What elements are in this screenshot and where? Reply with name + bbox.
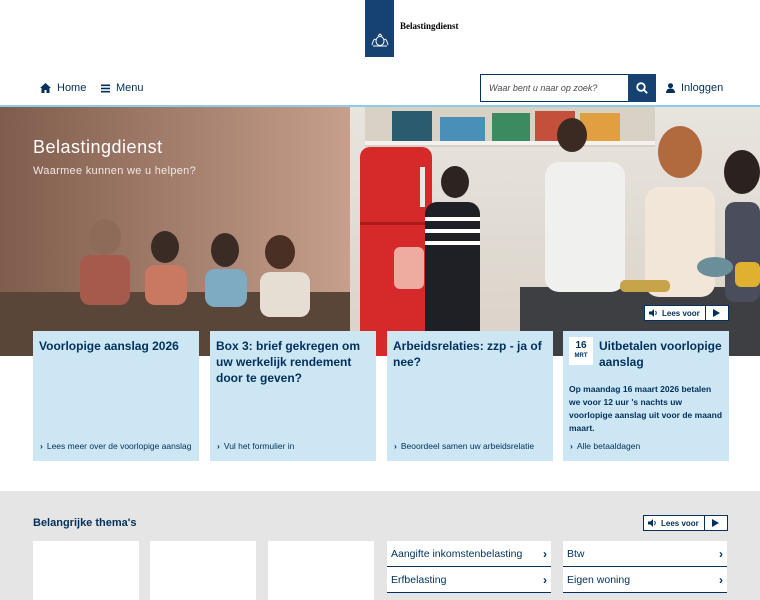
read-aloud-themes[interactable]: Lees voor bbox=[643, 515, 728, 531]
logo-text: Belastingdienst bbox=[400, 21, 459, 31]
card-link-label: Alle betaaldagen bbox=[576, 441, 641, 451]
coat-of-arms-icon bbox=[365, 0, 394, 57]
nav-menu-label: Menu bbox=[116, 82, 144, 94]
card-link-label: Lees meer over de voorlopige aanslag bbox=[46, 441, 192, 451]
hero-subtitle: Waarmee kunnen we u helpen? bbox=[33, 165, 197, 177]
nav-menu-button[interactable]: Menu bbox=[101, 73, 144, 103]
speaker-icon bbox=[649, 309, 657, 317]
theme-link-btw[interactable]: Btw › bbox=[563, 541, 727, 567]
themes-heading: Belangrijke thema's bbox=[33, 517, 137, 529]
card-uitbetalen[interactable]: 16 MRT Uitbetalen voorlopige aanslag Op … bbox=[563, 331, 729, 461]
login-label: Inloggen bbox=[681, 82, 724, 94]
site-logo[interactable]: Belastingdienst bbox=[365, 0, 459, 58]
user-icon bbox=[666, 83, 675, 93]
theme-tile[interactable] bbox=[150, 541, 256, 600]
hero-banner: Belastingdienst Waarmee kunnen we u help… bbox=[0, 107, 760, 356]
card-arbeidsrelaties[interactable]: Arbeidsrelaties: zzp - ja of nee? › Beoor… bbox=[387, 331, 553, 461]
login-link[interactable]: Inloggen bbox=[666, 73, 723, 103]
card-title: Uitbetalen voorlopige aanslag bbox=[599, 339, 722, 369]
card-title: Arbeidsrelaties: zzp - ja of nee? bbox=[393, 339, 542, 369]
chevron-right-icon: › bbox=[570, 441, 573, 451]
nav-home-label: Home bbox=[57, 82, 87, 94]
search-placeholder: Waar bent u naar op zoek? bbox=[489, 83, 598, 93]
menu-icon bbox=[101, 84, 110, 92]
theme-link-eigen-woning[interactable]: Eigen woning › bbox=[563, 567, 727, 593]
theme-tile[interactable] bbox=[33, 541, 139, 600]
card-link[interactable]: › Vul het formulier in bbox=[217, 440, 370, 453]
theme-link-label: Erfbelasting bbox=[391, 573, 447, 586]
search-icon bbox=[636, 82, 648, 94]
card-link[interactable]: › Alle betaaldagen bbox=[570, 440, 723, 453]
hero-title: Belastingdienst bbox=[33, 137, 163, 157]
card-title: Box 3: brief gekregen om uw werkelijk re… bbox=[216, 339, 361, 385]
card-link-label: Vul het formulier in bbox=[223, 441, 295, 451]
date-day: 16 bbox=[575, 340, 587, 351]
chevron-right-icon: › bbox=[719, 572, 723, 587]
speaker-icon bbox=[648, 519, 656, 527]
theme-link-label: Eigen woning bbox=[567, 573, 631, 586]
card-title: Voorlopige aanslag 2026 bbox=[39, 339, 179, 353]
search-input[interactable]: Waar bent u naar op zoek? bbox=[480, 74, 628, 102]
card-link[interactable]: › Beoordeel samen uw arbeidsrelatie bbox=[394, 440, 547, 453]
chevron-right-icon: › bbox=[40, 441, 43, 451]
play-icon[interactable] bbox=[705, 516, 727, 530]
theme-tile[interactable] bbox=[268, 541, 374, 600]
theme-link-label: Aangifte inkomstenbelasting bbox=[391, 547, 523, 560]
theme-link-aangifte[interactable]: Aangifte inkomstenbelasting › bbox=[387, 541, 551, 567]
chevron-right-icon: › bbox=[543, 546, 547, 561]
card-link-label: Beoordeel samen uw arbeidsrelatie bbox=[400, 441, 535, 451]
chevron-right-icon: › bbox=[394, 441, 397, 451]
theme-link-erfbelasting[interactable]: Erfbelasting › bbox=[387, 567, 551, 593]
search-button[interactable] bbox=[628, 74, 656, 102]
play-icon[interactable] bbox=[706, 306, 728, 320]
date-month: MRT bbox=[574, 353, 588, 359]
card-box3[interactable]: Box 3: brief gekregen om uw werkelijk re… bbox=[210, 331, 376, 461]
theme-link-label: Btw bbox=[567, 547, 585, 560]
chevron-right-icon: › bbox=[543, 572, 547, 587]
read-aloud-themes-label: Lees voor bbox=[661, 518, 699, 528]
read-aloud-hero[interactable]: Lees voor bbox=[644, 305, 729, 321]
themes-section: Belangrijke thema's Lees voor Aangifte i… bbox=[0, 491, 760, 600]
card-voorlopige-aanslag[interactable]: Voorlopige aanslag 2026 › Lees meer over … bbox=[33, 331, 199, 461]
card-link[interactable]: › Lees meer over de voorlopige aanslag bbox=[40, 440, 193, 453]
nav-home-link[interactable]: Home bbox=[40, 73, 86, 103]
chevron-right-icon: › bbox=[719, 546, 723, 561]
chevron-right-icon: › bbox=[217, 441, 220, 451]
date-badge: 16 MRT bbox=[569, 337, 593, 365]
main-navigation: Home Menu Waar bent u naar op zoek? Inlo… bbox=[0, 73, 760, 105]
read-aloud-hero-label: Lees voor bbox=[662, 308, 700, 318]
card-body: Op maandag 16 maart 2026 betalen we voor… bbox=[569, 384, 723, 433]
home-icon bbox=[40, 83, 51, 93]
